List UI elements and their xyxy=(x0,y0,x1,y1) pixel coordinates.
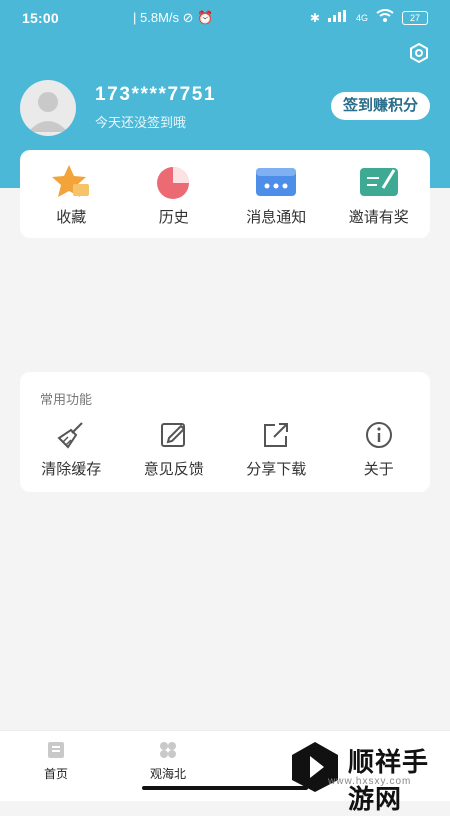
home-indicator xyxy=(142,786,308,790)
about-button[interactable]: 关于 xyxy=(328,414,430,484)
status-right-icons: ✱ 4G 27 xyxy=(310,9,428,26)
quick-action-label: 邀请有奖 xyxy=(348,209,409,226)
status-bar: 15:00 | 5.8M/s ⊘ ⏰ ✱ 4G 27 xyxy=(0,0,450,36)
message-icon xyxy=(256,168,297,196)
tab-guanhaibei[interactable]: 观海北 xyxy=(118,737,218,782)
tab-label: 观海北 xyxy=(149,767,186,781)
checkin-hint: 今天还没签到哦 xyxy=(95,115,187,130)
edit-icon xyxy=(160,423,186,447)
feedback-button[interactable]: 意见反馈 xyxy=(123,414,225,484)
status-left-icons: | 5.8M/s ⊘ ⏰ xyxy=(133,10,213,26)
settings-icon[interactable] xyxy=(408,42,430,64)
network-speed: 5.8M/s xyxy=(140,10,180,25)
share-download-button[interactable]: 分享下载 xyxy=(225,414,327,484)
invite-pen-icon xyxy=(359,168,398,196)
section-title: 常用功能 xyxy=(40,392,93,407)
network-type: 4G xyxy=(355,12,368,23)
quick-action-label: 消息通知 xyxy=(246,209,307,226)
broom-icon xyxy=(57,422,83,449)
grid-icon xyxy=(160,742,176,758)
quick-action-favorites[interactable]: 收藏 xyxy=(20,150,122,238)
quick-action-messages[interactable]: 消息通知 xyxy=(225,150,327,238)
battery-icon: 27 xyxy=(402,10,428,25)
watermark-url: www.hxsxy.com xyxy=(328,776,412,787)
star-folder-icon xyxy=(52,165,90,197)
home-icon xyxy=(48,742,64,758)
tab-home[interactable]: 首页 xyxy=(6,737,106,782)
bluetooth-icon: ✱ xyxy=(309,10,320,25)
share-icon xyxy=(264,423,289,447)
status-time: 15:00 xyxy=(22,10,59,26)
common-functions-card: 常用功能 清除缓存 意见反馈 分享下载 关于 xyxy=(20,372,430,492)
quick-action-label: 收藏 xyxy=(56,209,87,226)
common-item-label: 分享下载 xyxy=(246,461,307,478)
user-phone: 173****7751 xyxy=(95,84,217,105)
info-icon xyxy=(365,422,392,448)
common-item-label: 关于 xyxy=(363,461,394,478)
common-item-label: 清除缓存 xyxy=(41,461,102,478)
common-item-label: 意见反馈 xyxy=(143,461,204,478)
tab-label: 首页 xyxy=(43,767,68,781)
quick-action-label: 历史 xyxy=(158,209,189,226)
avatar[interactable] xyxy=(20,80,76,136)
quick-actions-card: 收藏 历史 消息通知 邀请有奖 xyxy=(20,150,430,238)
separator: | xyxy=(133,10,140,25)
pie-history-icon xyxy=(156,167,189,199)
quick-action-invite[interactable]: 邀请有奖 xyxy=(328,150,430,238)
signal-icon xyxy=(327,10,348,25)
wifi-icon xyxy=(376,9,394,26)
mute-icon: ⊘ ⏰ xyxy=(182,10,214,25)
quick-action-history[interactable]: 历史 xyxy=(123,150,225,238)
clear-cache-button[interactable]: 清除缓存 xyxy=(20,414,122,484)
checkin-button[interactable]: 签到赚积分 xyxy=(330,92,430,120)
